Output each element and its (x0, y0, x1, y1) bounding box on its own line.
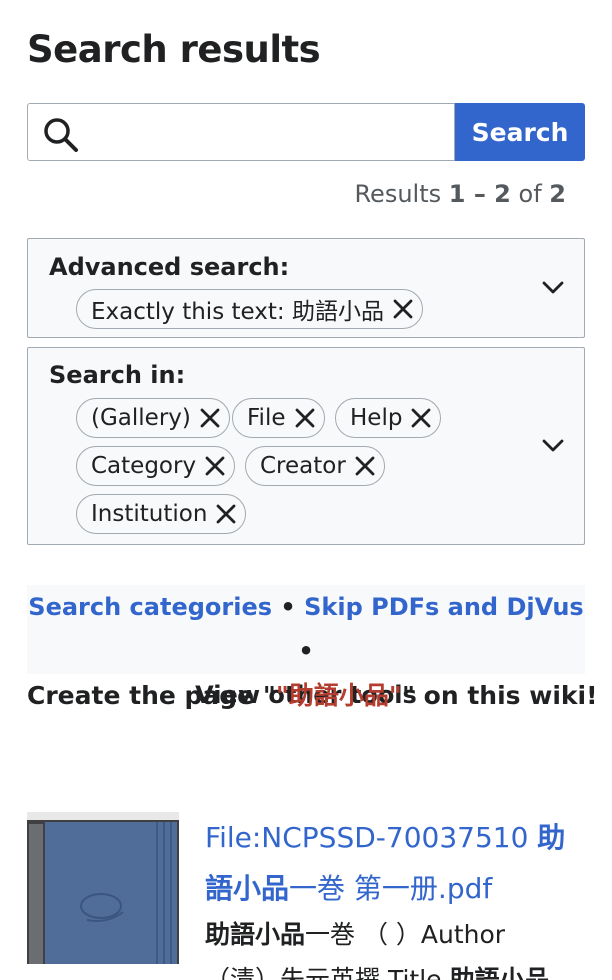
results-count-of: of (518, 180, 542, 208)
chip-exact-text[interactable]: Exactly this text: 助語小品 (76, 289, 423, 329)
search-icon (44, 118, 78, 152)
close-icon[interactable] (392, 298, 414, 320)
snippet-text: （清）朱元英撰 Title (205, 965, 450, 980)
chevron-down-icon[interactable] (542, 439, 564, 453)
chip-label: Category (91, 453, 197, 479)
result-thumbnail[interactable] (27, 812, 179, 964)
chip-label: Institution (91, 501, 208, 527)
close-icon[interactable] (215, 503, 237, 525)
search-in-label: Search in: (49, 361, 186, 389)
search-in-panel[interactable]: Search in: (Gallery) File Help Category … (27, 347, 585, 545)
result-snippet: 助語小品一巻 （ ）Author （清）朱元英撰 Title 助語小品 (205, 912, 585, 980)
search-button[interactable]: Search (455, 103, 585, 161)
create-page-notice: Create the page ""助語小品"" on this wiki! (27, 676, 598, 712)
chevron-down-icon[interactable] (542, 281, 564, 295)
chip-help[interactable]: Help (335, 398, 442, 438)
chip-category[interactable]: Category (76, 446, 236, 486)
close-icon[interactable] (410, 407, 432, 429)
chip-file[interactable]: File (232, 398, 325, 438)
chip-label: Exactly this text: 助語小品 (91, 299, 384, 325)
snippet-highlight: 助語小品 (449, 965, 550, 980)
results-count-total: 2 (549, 180, 566, 208)
page-title: Search results (27, 28, 321, 71)
snippet-highlight: 助語小品 (205, 920, 306, 949)
result-title-text: File:NCPSSD-70037510 (205, 821, 538, 854)
create-page-prefix: Create the page " (27, 681, 276, 710)
close-icon[interactable] (354, 455, 376, 477)
chip-label: (Gallery) (91, 405, 191, 431)
search-input-wrapper[interactable] (27, 103, 455, 161)
chip-label: Creator (260, 453, 346, 479)
chip-label: Help (350, 405, 403, 431)
snippet-text: 一巻 （ ）Author (305, 920, 506, 949)
search-result-item: File:NCPSSD-70037510 助語小品一巻 第一册.pdf 助語小品… (27, 812, 587, 980)
chip-creator[interactable]: Creator (245, 446, 385, 486)
create-page-suffix: " on this wiki! (401, 681, 598, 710)
result-title-text: 一巻 第一册.pdf (289, 872, 493, 905)
close-icon[interactable] (199, 407, 221, 429)
results-count-range: 1 – 2 (448, 180, 511, 208)
separator: • (298, 637, 314, 665)
advanced-search-label: Advanced search: (49, 253, 290, 281)
skip-pdfs-link[interactable]: Skip PDFs and DjVus (304, 593, 584, 621)
create-page-link[interactable]: "助語小品" (276, 681, 402, 710)
book-cover-image (27, 812, 179, 964)
search-input[interactable] (90, 112, 446, 152)
close-icon[interactable] (204, 455, 226, 477)
results-count-prefix: Results (354, 180, 442, 208)
chip-institution[interactable]: Institution (76, 494, 247, 534)
search-tools-bar: Search categories • Skip PDFs and DjVus … (27, 585, 585, 709)
advanced-search-panel[interactable]: Advanced search: Exactly this text: 助語小品 (27, 238, 585, 338)
results-count: Results 1 – 2 of 2 (354, 180, 566, 208)
chip-gallery[interactable]: (Gallery) (76, 398, 230, 438)
search-categories-link[interactable]: Search categories (28, 593, 272, 621)
result-title-link[interactable]: File:NCPSSD-70037510 助語小品一巻 第一册.pdf (205, 812, 585, 914)
separator: • (280, 593, 296, 621)
search-bar: Search (27, 103, 585, 161)
chip-label: File (247, 405, 286, 431)
close-icon[interactable] (294, 407, 316, 429)
